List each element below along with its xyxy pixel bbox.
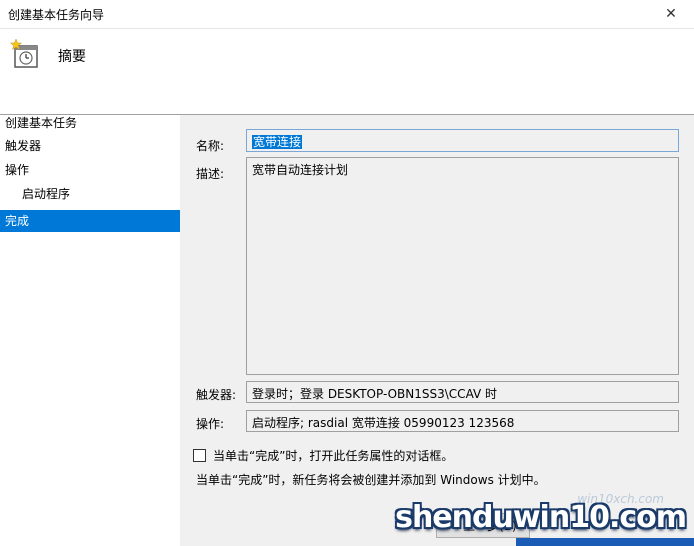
description-label: 描述: (196, 167, 225, 181)
task-scheduler-icon (10, 39, 38, 68)
watermark-bar (516, 538, 694, 546)
step-action[interactable]: 操作 (5, 159, 29, 181)
step-create-basic-task[interactable]: 创建基本任务 (5, 112, 77, 134)
action-field: 启动程序; rasdial 宽带连接 05990123 123568 (246, 410, 679, 432)
title-bar: 创建基本任务向导 ✕ (0, 0, 694, 29)
page-heading: 摘要 (58, 49, 86, 65)
name-field[interactable]: 宽带连接 (246, 129, 679, 152)
window-title: 创建基本任务向导 (8, 8, 105, 22)
summary-panel: 名称: 宽带连接 描述: 宽带自动连接计划 触发器: 登录时；登录 DESKTO… (180, 115, 694, 546)
trigger-field: 登录时；登录 DESKTOP-OBN1SS3\CCAV 时 (246, 381, 679, 403)
open-properties-label[interactable]: 当单击“完成”时，打开此任务属性的对话框。 (213, 447, 453, 464)
action-label: 操作: (196, 417, 225, 431)
step-start-program[interactable]: 启动程序 (22, 183, 70, 205)
wizard-steps: 创建基本任务 触发器 操作 启动程序 完成 (0, 112, 182, 546)
finish-note: 当单击“完成”时，新任务将会被创建并添加到 Windows 计划中。 (196, 473, 546, 487)
name-value: 宽带连接 (252, 135, 303, 149)
trigger-label: 触发器: (196, 388, 237, 402)
description-field[interactable]: 宽带自动连接计划 (246, 157, 679, 375)
open-properties-checkbox[interactable] (193, 449, 206, 462)
step-trigger[interactable]: 触发器 (5, 135, 41, 157)
watermark-logo: shenduwin10.com (395, 500, 687, 535)
name-label: 名称: (196, 139, 225, 153)
wizard-header: 摘要 (0, 29, 694, 115)
close-icon[interactable]: ✕ (648, 0, 694, 28)
step-finish[interactable]: 完成 (0, 210, 182, 232)
